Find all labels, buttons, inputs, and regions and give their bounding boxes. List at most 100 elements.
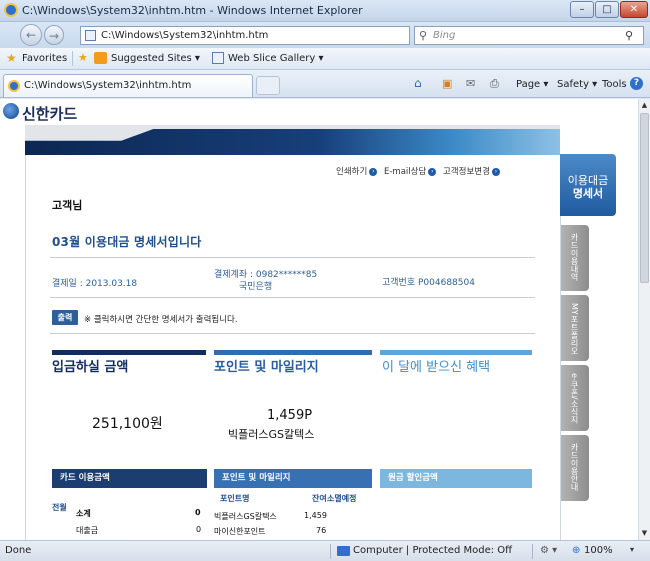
payment-date: 결제일 : 2013.03.18 bbox=[52, 279, 138, 289]
close-icon: ✕ bbox=[629, 4, 639, 15]
table-row-label: 대출금 bbox=[76, 526, 99, 535]
ie-logo-icon bbox=[4, 3, 18, 17]
maximize-button[interactable]: □ bbox=[595, 1, 619, 18]
tab-my-portfolio[interactable]: MY포트폴리오 bbox=[561, 295, 589, 361]
points-brand: 빅플러스GS칼텍스 bbox=[228, 428, 315, 441]
tab-label: C:\Windows\System32\inhtm.htm bbox=[24, 80, 192, 91]
suggested-sites-link[interactable]: Suggested Sites ▾ bbox=[111, 53, 200, 64]
scroll-down-icon[interactable]: ▼ bbox=[639, 527, 650, 539]
tab-bar: C:\Windows\System32\inhtm.htm ⌂ ▣ ✉ ⎙ Pa… bbox=[0, 70, 650, 98]
help-icon[interactable]: ? bbox=[630, 77, 643, 90]
address-input[interactable]: C:\Windows\System32\inhtm.htm bbox=[101, 30, 268, 41]
table-cell: 빅플러스GS칼텍스 bbox=[214, 512, 277, 521]
benefits-heading: 이 달에 받으신 혜택 bbox=[382, 360, 491, 375]
print-icon[interactable]: ⎙ bbox=[490, 77, 499, 91]
mail-icon[interactable]: ✉ bbox=[466, 77, 475, 90]
divider bbox=[72, 51, 73, 66]
table-cell: 마이신한포인트 bbox=[214, 527, 266, 536]
customer-info-link[interactable]: 고객정보변경 bbox=[443, 167, 490, 177]
zoom-level[interactable]: 100% bbox=[584, 545, 613, 556]
divider bbox=[25, 155, 26, 540]
safety-menu[interactable]: Safety ▾ bbox=[557, 79, 597, 90]
print-link[interactable]: 인쇄하기 bbox=[336, 167, 367, 177]
navigation-bar: ← → C:\Windows\System32\inhtm.htm ▾ ↻ ✕ … bbox=[0, 22, 650, 48]
divider bbox=[532, 544, 533, 559]
close-button[interactable]: ✕ bbox=[620, 1, 648, 18]
logo-bar: 신한카드 bbox=[0, 99, 638, 127]
tab-statement[interactable]: 이용대금 명세서 bbox=[560, 154, 616, 216]
email-consult-link[interactable]: E-mail상담 bbox=[384, 167, 426, 177]
ie-page-icon bbox=[8, 80, 20, 92]
home-icon[interactable]: ⌂ bbox=[414, 76, 422, 90]
favorites-star-icon[interactable]: ★ bbox=[6, 51, 17, 65]
search-box[interactable]: ⚲ Bing ⚲ bbox=[414, 26, 644, 45]
tab-label: e-쿠폰/소식지 bbox=[570, 373, 579, 424]
shinhan-logo-icon bbox=[3, 103, 19, 119]
tab-label: MY포트폴리오 bbox=[570, 303, 579, 355]
minimize-button[interactable]: – bbox=[570, 1, 594, 18]
divider bbox=[50, 333, 535, 334]
favorites-bar: ★ Favorites ★ Suggested Sites ▾ Web Slic… bbox=[0, 48, 650, 70]
table-header: 잔여 bbox=[312, 494, 327, 503]
print-button[interactable]: 출력 bbox=[52, 310, 78, 325]
settings-icon[interactable]: ⚙ ▾ bbox=[540, 545, 557, 556]
tab-card-guide[interactable]: 카드이용안내 bbox=[561, 435, 589, 501]
minimize-icon: – bbox=[579, 4, 585, 15]
table-group-label: 전월 bbox=[52, 503, 67, 512]
forward-button[interactable]: → bbox=[44, 25, 64, 45]
add-favorite-icon[interactable]: ★ bbox=[78, 51, 88, 64]
new-tab-button[interactable] bbox=[256, 76, 280, 95]
amount-due-value: 251,100원 bbox=[92, 416, 163, 432]
arrow-icon: › bbox=[491, 167, 500, 176]
page-viewport: 신한카드 인쇄하기 › E-mail상담 › 고객정보변경 › 고객님 03월 이용대… bbox=[0, 99, 638, 540]
tab-coupon-news[interactable]: e-쿠폰/소식지 bbox=[561, 365, 589, 431]
address-bar[interactable]: C:\Windows\System32\inhtm.htm ▾ ↻ ✕ bbox=[80, 26, 488, 45]
page-menu[interactable]: Page ▾ bbox=[516, 79, 548, 90]
points-heading: 포인트 및 마일리지 bbox=[214, 360, 319, 375]
table-header: 소멸예정 bbox=[327, 494, 357, 503]
customer-greeting: 고객님 bbox=[52, 199, 83, 212]
vertical-scrollbar[interactable]: ▲ ▼ bbox=[638, 99, 650, 540]
print-note: ※ 클릭하시면 간단한 명세서가 출력됩니다. bbox=[84, 315, 238, 325]
tab-current[interactable]: C:\Windows\System32\inhtm.htm bbox=[3, 74, 253, 97]
scroll-up-icon[interactable]: ▲ bbox=[639, 99, 650, 111]
brand-logo: 신한카드 bbox=[22, 105, 78, 123]
tab-card-usage[interactable]: 카드이용내역 bbox=[561, 225, 589, 291]
window-title: C:\Windows\System32\inhtm.htm - Windows … bbox=[22, 4, 363, 17]
suggested-sites-icon bbox=[94, 52, 107, 64]
back-button[interactable]: ← bbox=[20, 24, 42, 46]
maximize-icon: □ bbox=[602, 4, 612, 15]
utility-links: 인쇄하기 › E-mail상담 › 고객정보변경 › bbox=[336, 165, 504, 177]
divider bbox=[50, 297, 535, 298]
status-text: Done bbox=[5, 545, 32, 556]
tab-statement-label: 명세서 bbox=[572, 187, 604, 200]
status-bar: Done Computer | Protected Mode: Off ⚙ ▾ … bbox=[0, 540, 650, 561]
section-bar bbox=[214, 350, 372, 355]
web-slice-gallery-link[interactable]: Web Slice Gallery ▾ bbox=[228, 53, 324, 64]
amount-due-heading: 입금하실 금액 bbox=[52, 360, 129, 375]
search-provider-icon: ⚲ bbox=[419, 29, 428, 42]
divider bbox=[330, 544, 331, 559]
card-usage-header: 카드 이용금액 bbox=[52, 469, 207, 488]
page-file-icon bbox=[85, 30, 96, 41]
table-row-value: 0 bbox=[196, 525, 202, 534]
favorites-button[interactable]: Favorites bbox=[22, 53, 67, 64]
search-input[interactable]: Bing bbox=[433, 30, 455, 41]
tab-label: 카드이용안내 bbox=[570, 443, 579, 491]
arrow-icon: › bbox=[369, 167, 378, 176]
computer-zone-icon bbox=[337, 546, 350, 556]
table-row-label: 소계 bbox=[76, 509, 91, 518]
scroll-thumb[interactable] bbox=[640, 113, 649, 283]
search-icon[interactable]: ⚲ bbox=[625, 29, 633, 42]
table-cell: 76 bbox=[316, 526, 327, 535]
section-bar bbox=[380, 350, 532, 355]
divider bbox=[50, 257, 535, 258]
security-zone[interactable]: Computer | Protected Mode: Off bbox=[353, 545, 512, 556]
zoom-dropdown-icon[interactable]: ▾ bbox=[630, 545, 634, 554]
title-bar: C:\Windows\System32\inhtm.htm - Windows … bbox=[0, 0, 650, 22]
zoom-icon[interactable]: ⊕ bbox=[572, 545, 580, 556]
table-header: 포인트명 bbox=[220, 494, 250, 503]
feeds-icon[interactable]: ▣ bbox=[442, 77, 452, 90]
arrow-icon: › bbox=[428, 167, 437, 176]
payment-bank: 국민은행 bbox=[239, 282, 273, 292]
